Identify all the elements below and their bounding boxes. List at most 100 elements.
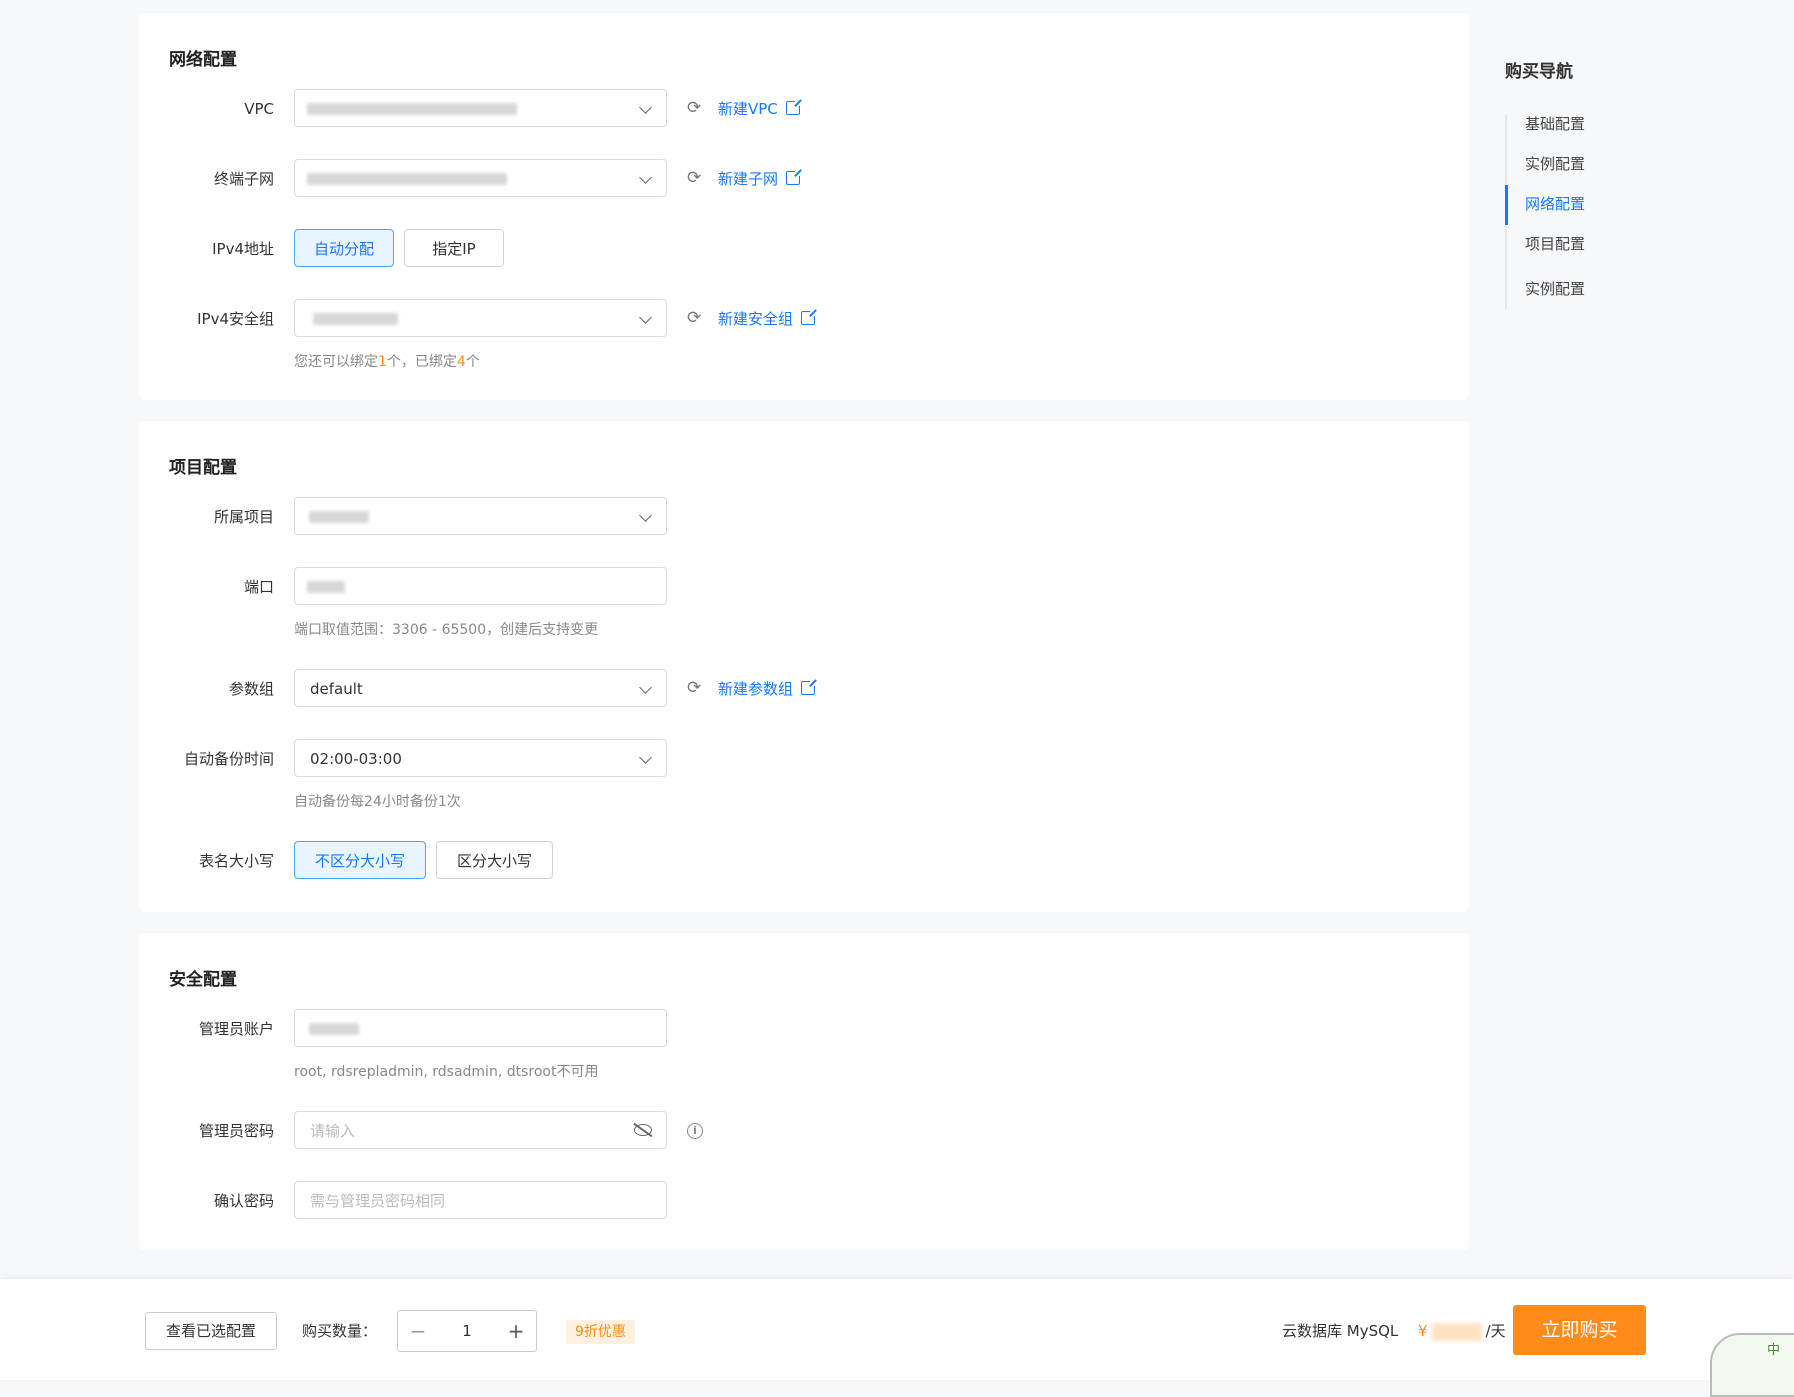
currency-symbol: ¥ xyxy=(1418,1322,1428,1340)
vpc-row: VPC ⟳ 新建VPC xyxy=(139,89,1469,129)
new-param-group-link[interactable]: 新建参数组 xyxy=(718,669,819,709)
admin-account-row: 管理员账户 xyxy=(139,1009,1469,1049)
chevron-down-icon xyxy=(639,681,652,694)
buy-now-button[interactable]: 立即购买 xyxy=(1513,1305,1646,1355)
backup-time-select[interactable]: 02:00-03:00 xyxy=(294,739,667,777)
network-config-card: 网络配置 VPC ⟳ 新建VPC 终端子网 ⟳ 新建子网 IPv4地址 自动分配… xyxy=(139,13,1469,400)
admin-account-hint: root, rdsrepladmin, rdsadmin, dtsroot不可用 xyxy=(294,1064,599,1080)
chevron-down-icon xyxy=(639,311,652,324)
external-link-icon xyxy=(785,98,803,115)
project-config-title: 项目配置 xyxy=(169,458,237,478)
ipv4-row: IPv4地址 自动分配 指定IP xyxy=(139,229,1469,269)
nav-title: 购买导航 xyxy=(1505,62,1573,82)
quantity-minus-button[interactable]: − xyxy=(398,1311,438,1351)
vpc-value-redacted xyxy=(307,103,517,115)
hint-prefix: 您还可以绑定 xyxy=(294,354,378,370)
ipv4-auto-option[interactable]: 自动分配 xyxy=(294,229,394,267)
new-vpc-link-text: 新建VPC xyxy=(718,100,778,118)
project-config-card: 项目配置 所属项目 端口 端口取值范围：3306 - 65500，创建后支持变更… xyxy=(139,421,1469,912)
security-group-label: IPv4安全组 xyxy=(197,310,274,328)
new-security-group-link-text: 新建安全组 xyxy=(718,310,794,328)
new-subnet-link-text: 新建子网 xyxy=(718,170,779,188)
refresh-icon[interactable]: ⟳ xyxy=(687,680,703,697)
nav-item-instance-2[interactable]: 实例配置 xyxy=(1525,278,1585,299)
port-label: 端口 xyxy=(243,578,274,596)
backup-time-row: 自动备份时间 02:00-03:00 xyxy=(139,739,1469,779)
new-vpc-link[interactable]: 新建VPC xyxy=(718,89,803,129)
chevron-down-icon xyxy=(639,171,652,184)
corner-widget-text: 中 xyxy=(1767,1343,1781,1358)
security-group-value-redacted xyxy=(313,313,398,325)
vpc-select[interactable] xyxy=(294,89,667,127)
project-label: 所属项目 xyxy=(213,508,274,526)
ipv4-label: IPv4地址 xyxy=(212,240,274,258)
hint-bound-count: 4 xyxy=(456,354,466,370)
subnet-select[interactable] xyxy=(294,159,667,197)
nav-item-basic[interactable]: 基础配置 xyxy=(1525,113,1585,134)
price: ¥ /天 xyxy=(1418,1312,1506,1350)
project-value-redacted xyxy=(309,511,369,523)
security-config-title: 安全配置 xyxy=(169,970,237,990)
port-row: 端口 xyxy=(139,567,1469,607)
subnet-row: 终端子网 ⟳ 新建子网 xyxy=(139,159,1469,199)
nav-item-project[interactable]: 项目配置 xyxy=(1525,233,1585,254)
price-value-redacted xyxy=(1431,1322,1482,1341)
case-insensitive-option[interactable]: 不区分大小写 xyxy=(294,841,426,879)
external-link-icon xyxy=(801,678,819,695)
discount-badge: 9折优惠 xyxy=(566,1320,635,1344)
subnet-label: 终端子网 xyxy=(213,170,274,188)
quantity-plus-button[interactable]: + xyxy=(496,1311,536,1351)
eye-off-icon[interactable] xyxy=(634,1124,652,1136)
product-name: 云数据库 MySQL xyxy=(1282,1322,1399,1340)
admin-account-label: 管理员账户 xyxy=(198,1020,274,1038)
refresh-icon[interactable]: ⟳ xyxy=(687,170,703,187)
quantity-label: 购买数量： xyxy=(302,1322,378,1340)
confirm-password-input[interactable]: 需与管理员密码相同 xyxy=(294,1181,667,1219)
project-row: 所属项目 xyxy=(139,497,1469,537)
confirm-password-label: 确认密码 xyxy=(213,1192,274,1210)
quantity-value[interactable]: 1 xyxy=(438,1311,496,1351)
admin-password-row: 管理员密码 请输入 i xyxy=(139,1111,1469,1151)
port-input[interactable] xyxy=(294,567,667,605)
chevron-down-icon xyxy=(639,509,652,522)
security-group-hint: 您还可以绑定1个，已绑定4个 xyxy=(294,351,480,371)
backup-hint: 自动备份每24小时备份1次 xyxy=(294,794,461,810)
backup-time-label: 自动备份时间 xyxy=(183,750,274,768)
project-select[interactable] xyxy=(294,497,667,535)
subnet-value-redacted xyxy=(307,173,507,185)
nav-item-network[interactable]: 网络配置 xyxy=(1525,193,1585,214)
table-case-row: 表名大小写 不区分大小写 区分大小写 xyxy=(139,841,1469,881)
backup-time-value: 02:00-03:00 xyxy=(310,750,402,768)
corner-widget[interactable]: 中 xyxy=(1710,1333,1794,1397)
new-subnet-link[interactable]: 新建子网 xyxy=(718,159,804,199)
port-value-redacted xyxy=(307,581,345,593)
security-group-row: IPv4安全组 ⟳ 新建安全组 xyxy=(139,299,1469,339)
hint-remaining-count: 1 xyxy=(378,354,387,370)
new-security-group-link[interactable]: 新建安全组 xyxy=(718,299,819,339)
confirm-password-row: 确认密码 需与管理员密码相同 xyxy=(139,1181,1469,1221)
external-link-icon xyxy=(801,308,819,325)
security-group-select[interactable] xyxy=(294,299,667,337)
admin-account-value-redacted xyxy=(309,1023,359,1035)
info-icon[interactable]: i xyxy=(687,1123,703,1139)
admin-password-input[interactable]: 请输入 xyxy=(294,1111,667,1149)
refresh-icon[interactable]: ⟳ xyxy=(687,310,703,327)
chevron-down-icon xyxy=(639,101,652,114)
admin-account-input[interactable] xyxy=(294,1009,667,1047)
security-config-card: 安全配置 管理员账户 root, rdsrepladmin, rdsadmin,… xyxy=(139,933,1469,1250)
hint-suffix: 个 xyxy=(465,354,480,370)
case-sensitive-option[interactable]: 区分大小写 xyxy=(436,841,553,879)
view-selected-config-button[interactable]: 查看已选配置 xyxy=(145,1312,277,1350)
vpc-label: VPC xyxy=(244,100,274,118)
param-group-select[interactable]: default xyxy=(294,669,667,707)
admin-password-placeholder: 请输入 xyxy=(310,1122,356,1140)
admin-password-label: 管理员密码 xyxy=(198,1122,274,1140)
refresh-icon[interactable]: ⟳ xyxy=(687,100,703,117)
param-group-row: 参数组 default ⟳ 新建参数组 xyxy=(139,669,1469,709)
param-group-label: 参数组 xyxy=(228,680,274,698)
chevron-down-icon xyxy=(639,751,652,764)
nav-item-instance[interactable]: 实例配置 xyxy=(1525,153,1585,174)
ipv4-specify-option[interactable]: 指定IP xyxy=(404,229,504,267)
nav-active-indicator xyxy=(1505,185,1508,225)
network-config-title: 网络配置 xyxy=(169,50,237,70)
